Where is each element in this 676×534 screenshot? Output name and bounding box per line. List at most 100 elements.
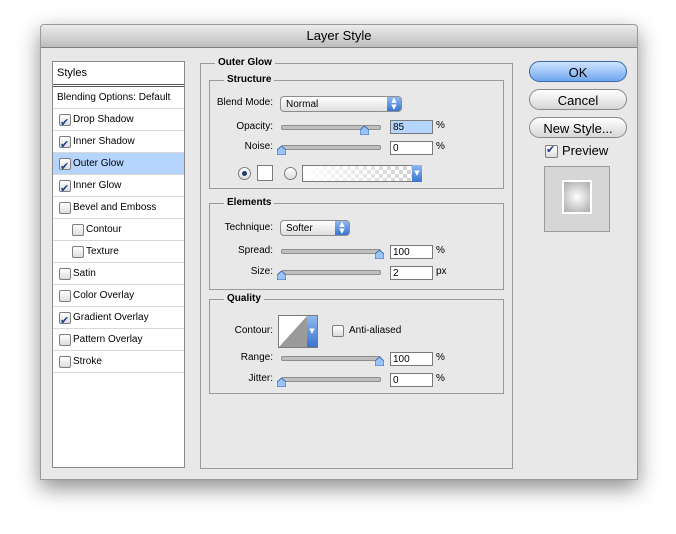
blend-mode-select[interactable]: Normal ▲ ▼ (280, 96, 402, 112)
style-item-label: Inner Shadow (73, 136, 135, 147)
quality-group: Quality Contour: ▼ Anti-aliased Range: 1… (209, 293, 504, 394)
anti-aliased-label: Anti-aliased (349, 325, 402, 336)
style-item-checkbox[interactable] (59, 178, 71, 200)
range-slider-track[interactable] (281, 356, 381, 361)
style-item-checkbox[interactable] (72, 224, 84, 236)
style-item-blending-options-default[interactable]: Blending Options: Default (53, 87, 184, 109)
spread-unit: % (436, 245, 445, 256)
style-item-checkbox[interactable] (59, 310, 71, 332)
new-style-button[interactable]: New Style... (529, 117, 627, 138)
style-preview (544, 166, 610, 232)
solid-color-radio[interactable] (238, 167, 251, 180)
style-item-checkbox[interactable] (59, 156, 71, 178)
anti-aliased-checkbox[interactable] (332, 325, 344, 337)
size-input[interactable]: 2 (390, 266, 433, 280)
style-item-checkbox[interactable] (59, 134, 71, 156)
noise-label: Noise: (244, 141, 273, 152)
style-item-bevel-and-emboss[interactable]: Bevel and Emboss (53, 197, 184, 219)
blend-mode-value: Normal (286, 99, 319, 110)
gradient-preview[interactable] (302, 165, 422, 182)
dialog-title: Layer Style (41, 25, 637, 48)
style-item-label: Texture (86, 246, 119, 257)
layer-style-dialog: Layer Style Styles Blending Options: Def… (40, 24, 638, 480)
opacity-unit: % (436, 120, 445, 131)
popup-arrows-icon: ▲ ▼ (387, 97, 401, 111)
style-item-gradient-overlay[interactable]: Gradient Overlay (53, 307, 184, 332)
style-item-checkbox[interactable] (59, 268, 71, 280)
style-item-checkbox[interactable] (59, 112, 71, 134)
outer-glow-panel: Outer Glow Structure Blend Mode: Normal … (200, 57, 513, 469)
size-slider-thumb[interactable] (277, 271, 286, 280)
technique-select[interactable]: Softer ▲ ▼ (280, 220, 350, 236)
preview-label: Preview (562, 143, 609, 158)
style-item-checkbox[interactable] (59, 290, 71, 302)
style-item-pattern-overlay[interactable]: Pattern Overlay (53, 329, 184, 351)
technique-value: Softer (286, 223, 313, 234)
style-item-checkbox[interactable] (59, 202, 71, 214)
quality-title: Quality (224, 293, 264, 304)
styles-header[interactable]: Styles (53, 62, 184, 87)
range-input[interactable]: 100 (390, 352, 433, 366)
opacity-slider-thumb[interactable] (360, 126, 370, 135)
opacity-label: Opacity: (236, 121, 273, 132)
popup-arrows-icon: ▲ ▼ (335, 221, 349, 235)
jitter-slider-track[interactable] (281, 377, 381, 382)
range-unit: % (436, 352, 445, 363)
technique-label: Technique: (224, 222, 273, 233)
contour-dropdown-arrow-icon[interactable]: ▼ (307, 316, 317, 347)
preview-checkbox[interactable] (545, 143, 558, 158)
style-item-checkbox[interactable] (72, 246, 84, 258)
structure-title: Structure (224, 74, 275, 85)
size-slider-track[interactable] (281, 270, 381, 275)
style-item-label: Inner Glow (73, 180, 122, 191)
style-item-satin[interactable]: Satin (53, 263, 184, 285)
style-item-drop-shadow[interactable]: Drop Shadow (53, 109, 184, 134)
spread-input[interactable]: 100 (390, 245, 433, 259)
cancel-button[interactable]: Cancel (529, 89, 627, 110)
noise-slider-track[interactable] (281, 145, 381, 150)
contour-label: Contour: (234, 325, 273, 336)
style-item-color-overlay[interactable]: Color Overlay (53, 285, 184, 307)
jitter-input[interactable]: 0 (390, 373, 433, 387)
style-item-inner-glow[interactable]: Inner Glow (53, 175, 184, 200)
ok-button[interactable]: OK (529, 61, 627, 82)
range-slider-thumb[interactable] (375, 357, 384, 366)
style-item-checkbox[interactable] (59, 356, 71, 368)
contour-picker[interactable]: ▼ (278, 315, 318, 348)
jitter-label: Jitter: (248, 373, 273, 384)
style-item-label: Pattern Overlay (73, 334, 143, 345)
style-item-label: Contour (86, 224, 122, 235)
style-item-contour[interactable]: Contour (53, 219, 184, 241)
spread-label: Spread: (237, 245, 273, 256)
preview-swatch (562, 180, 592, 214)
spread-slider-track[interactable] (281, 249, 381, 254)
style-item-label: Color Overlay (73, 290, 135, 301)
elements-group: Elements Technique: Softer ▲ ▼ Spread: 10… (209, 197, 504, 290)
style-item-checkbox[interactable] (59, 334, 71, 346)
noise-unit: % (436, 141, 445, 152)
style-item-label: Drop Shadow (73, 114, 134, 125)
structure-group: Structure Blend Mode: Normal ▲ ▼ Opacity:… (209, 74, 504, 189)
style-item-label: Blending Options: Default (57, 92, 171, 103)
style-item-label: Outer Glow (73, 158, 124, 169)
contour-curve-icon (279, 316, 307, 347)
style-item-stroke[interactable]: Stroke (53, 351, 184, 373)
style-item-inner-shadow[interactable]: Inner Shadow (53, 131, 184, 156)
gradient-radio[interactable] (284, 167, 297, 180)
style-item-texture[interactable]: Texture (53, 241, 184, 263)
jitter-slider-thumb[interactable] (277, 378, 286, 387)
style-item-label: Stroke (73, 356, 102, 367)
style-item-outer-glow[interactable]: Outer Glow (53, 153, 184, 178)
opacity-input[interactable]: 85 (390, 120, 433, 134)
glow-color-swatch[interactable] (257, 165, 273, 181)
spread-slider-thumb[interactable] (375, 250, 384, 259)
style-item-label: Satin (73, 268, 96, 279)
noise-slider-thumb[interactable] (277, 146, 286, 155)
styles-list: Styles Blending Options: Default Drop Sha… (52, 61, 185, 468)
jitter-unit: % (436, 373, 445, 384)
outer-glow-title: Outer Glow (215, 57, 275, 68)
gradient-dropdown-arrow-icon[interactable]: ▼ (412, 165, 422, 182)
size-label: Size: (250, 266, 273, 277)
noise-input[interactable]: 0 (390, 141, 433, 155)
elements-title: Elements (224, 197, 275, 208)
